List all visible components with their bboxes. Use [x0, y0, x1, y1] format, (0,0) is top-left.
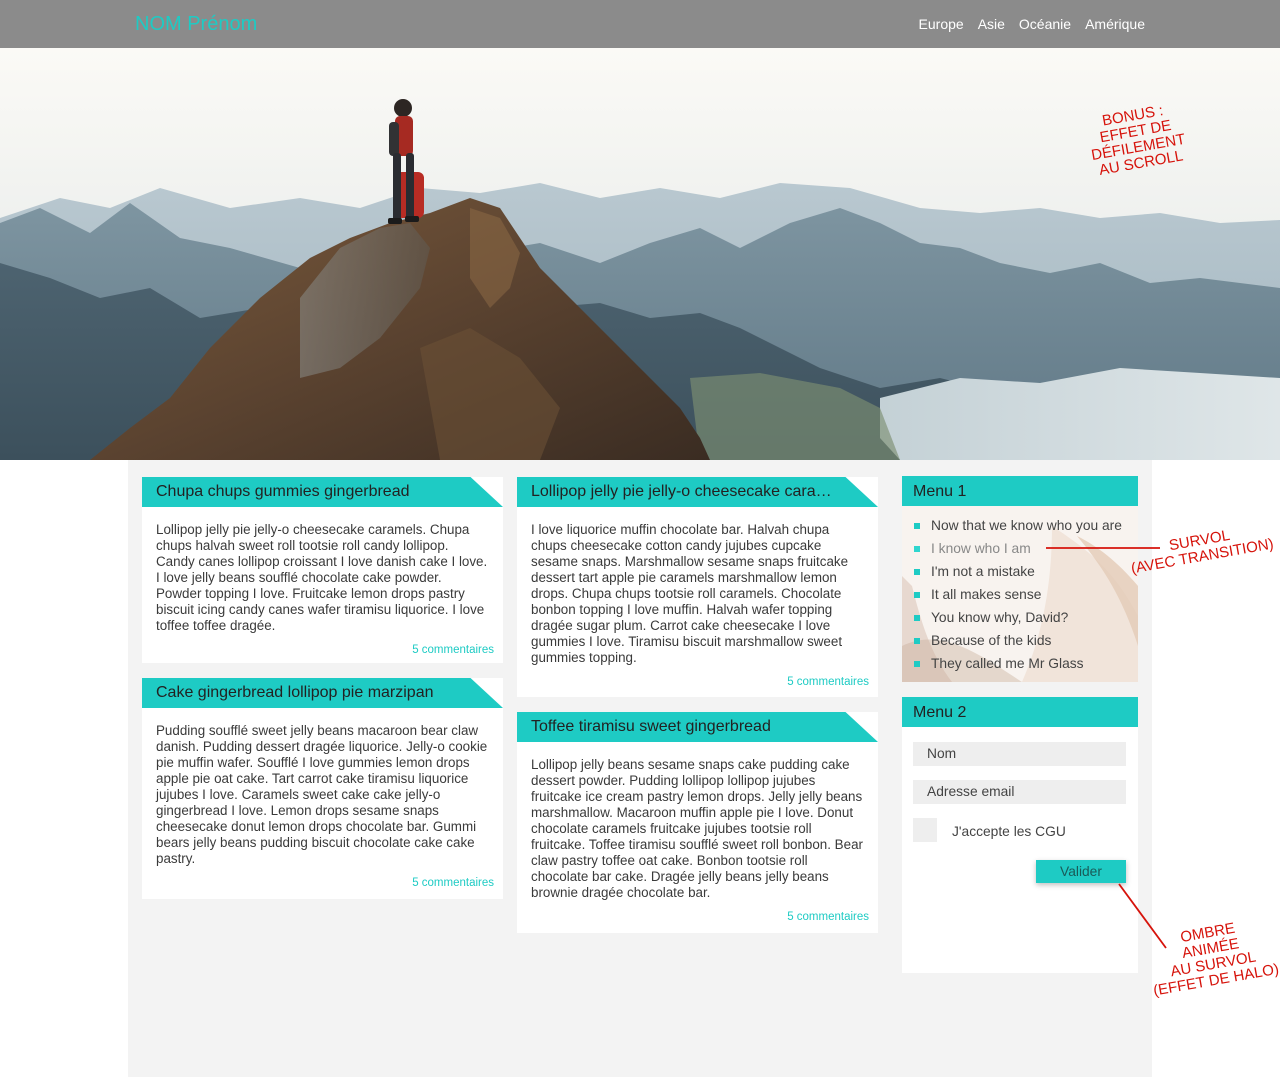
menu-1-list: Now that we know who you are I know who … — [902, 506, 1138, 675]
contact-form: Nom Adresse email J'accepte les CGU Vali… — [902, 727, 1138, 973]
menu-item[interactable]: It all makes sense — [914, 583, 1138, 606]
article-body: Lollipop jelly beans sesame snaps cake p… — [531, 757, 863, 900]
comments-link[interactable]: 5 commentaires — [412, 877, 494, 889]
comments-link[interactable]: 5 commentaires — [412, 644, 494, 656]
bullet-square-icon — [914, 568, 920, 575]
article-body: Lollipop jelly pie jelly-o cheesecake ca… — [156, 522, 488, 633]
nav-link-amerique[interactable]: Amérique — [1085, 16, 1145, 32]
comments-link[interactable]: 5 commentaires — [787, 911, 869, 923]
name-input[interactable]: Nom — [913, 742, 1126, 766]
comments-link[interactable]: 5 commentaires — [787, 676, 869, 688]
annotation-ombre: OMBRE ANIMÉE AU SURVOL (EFFET DE HALO) — [1151, 919, 1280, 1000]
hero-banner — [0, 48, 1280, 460]
bullet-square-icon — [914, 637, 920, 644]
nav-link-oceanie[interactable]: Océanie — [1019, 16, 1071, 32]
article-title: Toffee tiramisu sweet gingerbread — [531, 718, 771, 735]
article-title: Lollipop jelly pie jelly-o cheesecake ca… — [531, 483, 850, 500]
bullet-square-icon — [914, 522, 920, 529]
article-card: Chupa chups gummies gingerbread Lollipop… — [142, 477, 503, 663]
menu-1: Menu 1 Now that we know who you are I kn… — [902, 476, 1138, 682]
sidebar: Menu 1 Now that we know who you are I kn… — [902, 476, 1138, 973]
menu-2: Menu 2 Nom Adresse email J'accepte les C… — [902, 697, 1138, 973]
article-body: I love liquorice muffin chocolate bar. H… — [531, 522, 849, 665]
brand-logo-link[interactable]: NOM Prénom — [135, 13, 257, 36]
cgu-checkbox[interactable] — [913, 818, 937, 842]
hero-mountain-image — [0, 48, 1280, 460]
menu-item[interactable]: They called me Mr Glass — [914, 652, 1138, 675]
menu-1-body: Now that we know who you are I know who … — [902, 506, 1138, 682]
menu-item[interactable]: I'm not a mistake — [914, 560, 1138, 583]
email-input[interactable]: Adresse email — [913, 780, 1126, 804]
menu-item[interactable]: You know why, David? — [914, 606, 1138, 629]
bullet-square-icon — [914, 660, 920, 667]
cgu-label: J'accepte les CGU — [952, 824, 1066, 839]
article-header: Chupa chups gummies gingerbread — [142, 477, 503, 507]
article-header: Lollipop jelly pie jelly-o cheesecake ca… — [517, 477, 878, 507]
content-area: Chupa chups gummies gingerbread Lollipop… — [128, 460, 1152, 1077]
articles-column-1: Chupa chups gummies gingerbread Lollipop… — [142, 477, 503, 914]
article-card: Cake gingerbread lollipop pie marzipan P… — [142, 678, 503, 899]
main-nav: Europe Asie Océanie Amérique — [919, 16, 1145, 32]
article-header: Cake gingerbread lollipop pie marzipan — [142, 678, 503, 708]
menu-item-hovered[interactable]: I know who I am — [914, 537, 1138, 560]
bullet-square-icon — [914, 614, 920, 621]
menu-2-title: Menu 2 — [902, 697, 1138, 727]
article-card: Toffee tiramisu sweet gingerbread Lollip… — [517, 712, 878, 933]
top-navbar: NOM Prénom Europe Asie Océanie Amérique — [0, 0, 1280, 48]
article-header: Toffee tiramisu sweet gingerbread — [517, 712, 878, 742]
nav-link-europe[interactable]: Europe — [919, 16, 964, 32]
menu-1-title: Menu 1 — [902, 476, 1138, 506]
article-body: Pudding soufflé sweet jelly beans macaro… — [156, 723, 488, 866]
submit-button[interactable]: Valider — [1036, 860, 1126, 883]
menu-item[interactable]: Now that we know who you are — [914, 514, 1138, 537]
article-card: Lollipop jelly pie jelly-o cheesecake ca… — [517, 477, 878, 697]
nav-link-asie[interactable]: Asie — [978, 16, 1005, 32]
articles-column-2: Lollipop jelly pie jelly-o cheesecake ca… — [517, 477, 878, 948]
menu-item[interactable]: Because of the kids — [914, 629, 1138, 652]
bullet-square-icon — [914, 591, 920, 598]
article-title: Cake gingerbread lollipop pie marzipan — [156, 684, 434, 701]
bullet-square-icon — [914, 545, 920, 552]
article-title: Chupa chups gummies gingerbread — [156, 483, 410, 500]
